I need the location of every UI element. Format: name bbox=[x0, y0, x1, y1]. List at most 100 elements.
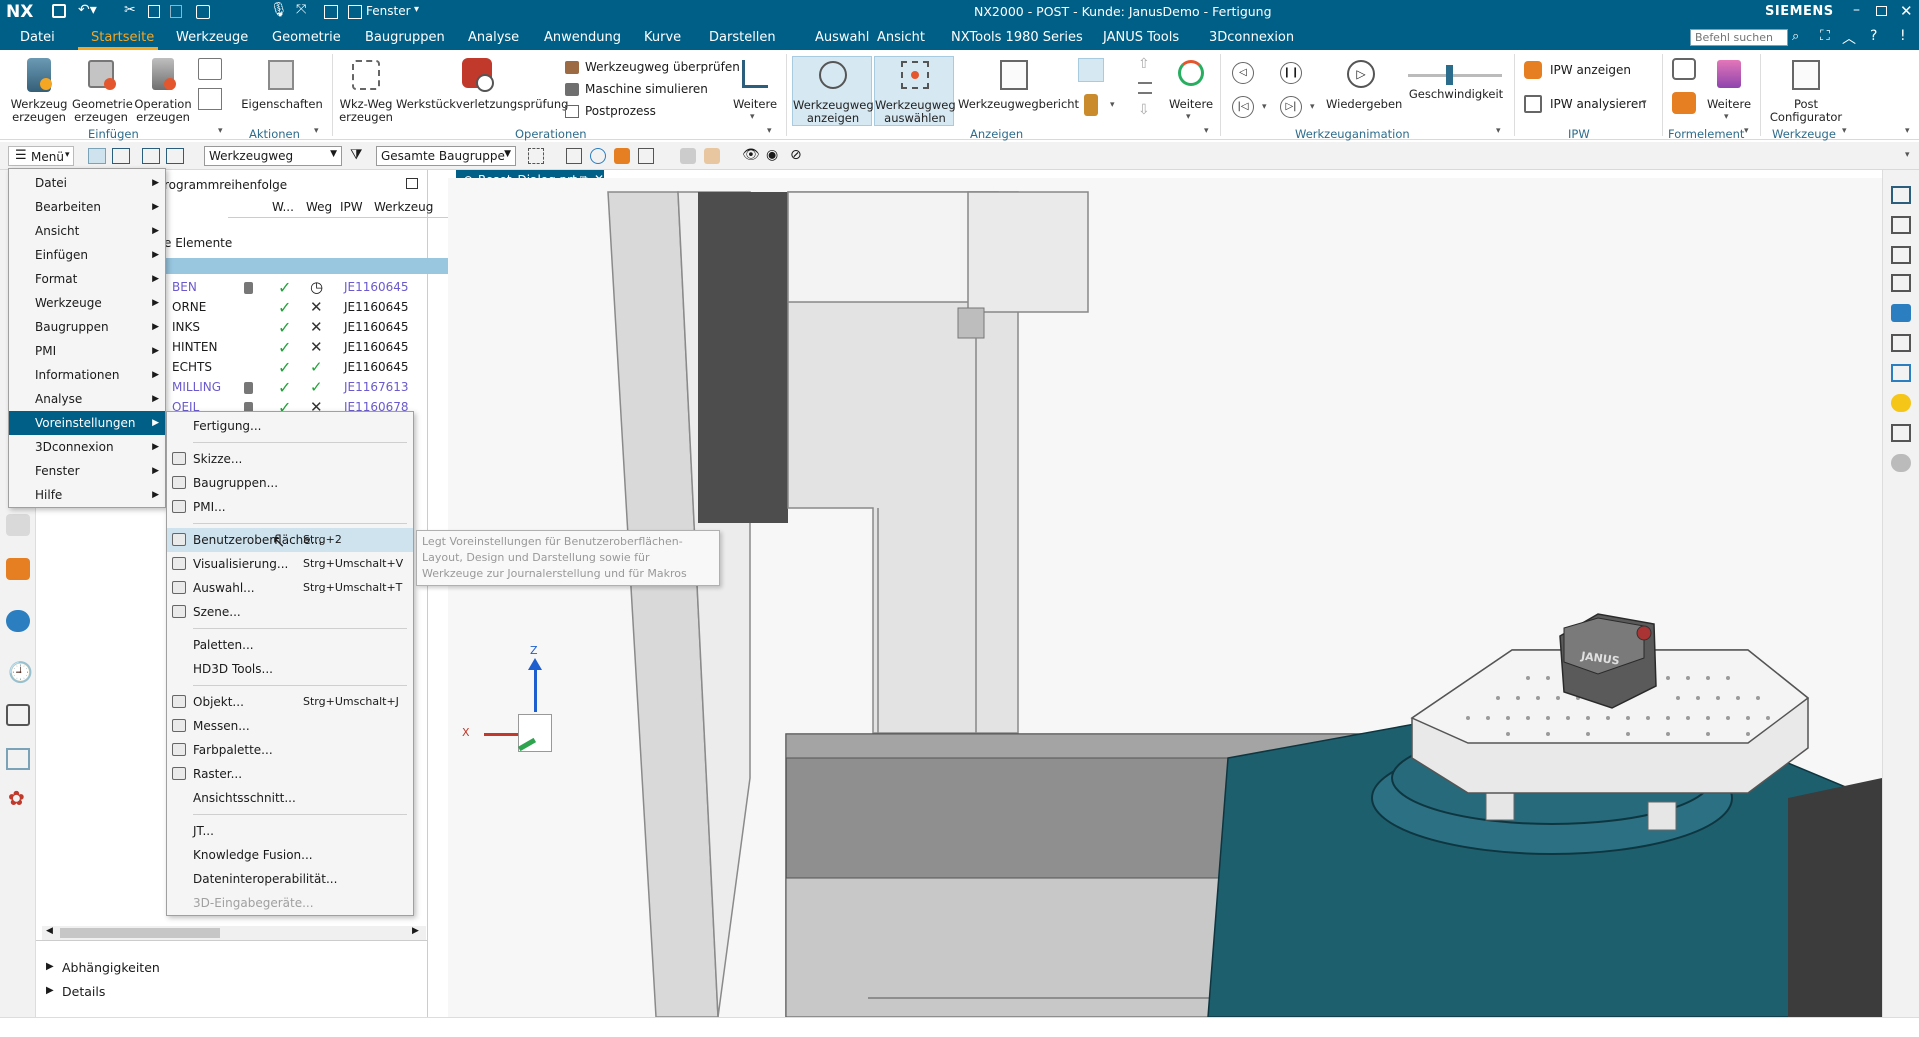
skip-back-button[interactable]: |◁ bbox=[1232, 96, 1254, 118]
main-menu-item-werkzeuge[interactable]: Werkzeuge ▶ bbox=[9, 291, 165, 315]
chevron-down-icon[interactable]: ▾ bbox=[218, 126, 223, 136]
view-icon[interactable]: ◉ bbox=[766, 147, 778, 163]
method-navigator-icon[interactable] bbox=[1891, 334, 1911, 352]
fullscreen-icon[interactable]: ⛶ bbox=[1820, 28, 1830, 44]
maximize-panel-icon[interactable] bbox=[406, 178, 418, 189]
reuse-library-icon[interactable] bbox=[1891, 394, 1911, 412]
edge-select-icon[interactable] bbox=[638, 148, 654, 164]
select-all-icon[interactable] bbox=[566, 148, 582, 164]
submenu-item-farbpalette[interactable]: Farbpalette... bbox=[167, 738, 413, 762]
menu-kurve[interactable]: Kurve bbox=[644, 30, 681, 45]
feature-color-icon[interactable] bbox=[1672, 92, 1696, 114]
hide-icon[interactable]: ⊘ bbox=[790, 147, 802, 163]
menu-analyse[interactable]: Analyse bbox=[468, 30, 519, 45]
chevron-down-icon[interactable]: ▾ bbox=[1642, 98, 1647, 108]
group-row-label[interactable]: e Elemente bbox=[164, 236, 232, 250]
menu-ansicht[interactable]: Ansicht bbox=[877, 30, 925, 45]
search-icon[interactable]: ⌕ bbox=[1792, 29, 1799, 44]
column-header-ipw[interactable]: IPW bbox=[340, 200, 363, 214]
graphics-window[interactable]: JANUS Z X bbox=[448, 178, 1882, 1017]
submenu-item-fertigung[interactable]: Fertigung... bbox=[167, 414, 413, 438]
simulate-machine-button[interactable]: Maschine simulieren bbox=[565, 81, 725, 99]
submenu-item-raster[interactable]: Raster... bbox=[167, 762, 413, 786]
submenu-item-paletten[interactable]: Paletten... bbox=[167, 633, 413, 657]
scroll-left-icon[interactable]: ◀ bbox=[46, 926, 53, 936]
menu-nxtools[interactable]: NXTools 1980 Series bbox=[951, 30, 1083, 45]
display-option-icon[interactable] bbox=[1078, 58, 1104, 82]
table-row[interactable]: ORNE ✓ ✕ JE1160645 bbox=[164, 298, 458, 318]
more-display-button[interactable]: Weitere ▾ bbox=[1168, 56, 1214, 126]
column-header-weg[interactable]: Weg bbox=[306, 200, 332, 214]
table-row[interactable]: MILLING ✓ ✓ JE1167613 bbox=[164, 378, 458, 398]
submenu-item-ansichtsschnitt[interactable]: Ansichtsschnitt... bbox=[167, 786, 413, 810]
collapse-ribbon-icon[interactable]: ︿ bbox=[1842, 28, 1856, 48]
main-menu-item-ansicht[interactable]: Ansicht ▶ bbox=[9, 219, 165, 243]
touch-mode-icon[interactable]: ⤧ bbox=[296, 2, 306, 17]
machine-navigator-icon[interactable] bbox=[1891, 216, 1911, 234]
create-program-icon[interactable] bbox=[198, 88, 222, 110]
swap-icon[interactable] bbox=[1891, 246, 1911, 264]
close-button[interactable]: ✕ bbox=[1900, 2, 1913, 20]
tool-library-icon[interactable] bbox=[1891, 424, 1911, 442]
select-toolpath-button[interactable]: Werkzeugweg auswählen bbox=[874, 56, 956, 126]
show-toolpath-button[interactable]: Werkzeugweg anzeigen bbox=[792, 56, 874, 126]
menu-3dconnexion[interactable]: 3Dconnexion bbox=[1209, 30, 1294, 45]
menu-anwendung[interactable]: Anwendung bbox=[544, 30, 621, 45]
speed-slider-thumb[interactable] bbox=[1446, 65, 1453, 85]
create-method-icon[interactable] bbox=[198, 58, 222, 80]
ribbon-options-icon[interactable]: ▾ bbox=[1905, 126, 1910, 136]
pause-button[interactable]: ❙❙ bbox=[1280, 62, 1302, 84]
submenu-item-auswahl[interactable]: Auswahl... Strg+Umschalt+T bbox=[167, 576, 413, 600]
part-navigator-icon[interactable] bbox=[6, 514, 30, 536]
main-menu-item-analyse[interactable]: Analyse ▶ bbox=[9, 387, 165, 411]
layers-icon[interactable] bbox=[1138, 82, 1152, 94]
menu-auswahl[interactable]: Auswahl bbox=[815, 30, 869, 45]
more-feature-button[interactable]: Weitere ▾ bbox=[1706, 56, 1752, 126]
feature-icon[interactable] bbox=[1672, 58, 1696, 80]
verify-toolpath-button[interactable]: Werkzeugweg überprüfen bbox=[565, 59, 740, 77]
menu-geometrie[interactable]: Geometrie bbox=[272, 30, 341, 45]
scope-select[interactable]: Gesamte Baugruppe ▼ bbox=[376, 146, 516, 166]
machine-view-icon[interactable] bbox=[112, 148, 130, 164]
scroll-right-icon[interactable]: ▶ bbox=[412, 926, 419, 936]
show-hide-icon[interactable]: 👁 bbox=[742, 147, 760, 163]
geometry-view-icon[interactable] bbox=[142, 148, 160, 164]
submenu-item-dateninteroperabilit-t[interactable]: Dateninteroperabilität... bbox=[167, 867, 413, 891]
main-menu-button[interactable]: ☰ Menü ▾ bbox=[8, 146, 74, 166]
paste-icon[interactable] bbox=[170, 5, 182, 18]
window-switch-icon[interactable] bbox=[324, 5, 338, 19]
menu-werkzeuge[interactable]: Werkzeuge bbox=[176, 30, 248, 45]
horizontal-scrollbar[interactable]: ◀ ▶ bbox=[42, 926, 426, 940]
history-icon[interactable]: 🕘 bbox=[8, 660, 33, 684]
main-menu-item-hilfe[interactable]: Hilfe ▶ bbox=[9, 483, 165, 507]
maximize-button[interactable] bbox=[1876, 6, 1887, 16]
assembly-navigator-icon[interactable] bbox=[6, 558, 30, 580]
filter-icon[interactable]: ⧩ bbox=[350, 147, 363, 163]
machine-tool-icon[interactable] bbox=[6, 748, 30, 770]
geometry-navigator-icon[interactable] bbox=[1891, 274, 1911, 292]
table-row[interactable]: ECHTS ✓ ✓ JE1160645 bbox=[164, 358, 458, 378]
create-operation-button[interactable]: Operation erzeugen bbox=[134, 56, 192, 126]
submenu-item-hd3d-tools[interactable]: HD3D Tools... bbox=[167, 657, 413, 681]
selected-row[interactable] bbox=[164, 258, 458, 274]
body-select-icon[interactable] bbox=[680, 148, 696, 164]
copy-icon[interactable] bbox=[148, 5, 160, 18]
main-menu-item-voreinstellungen[interactable]: Voreinstellungen ▶ bbox=[9, 411, 165, 435]
submenu-item-messen[interactable]: Messen... bbox=[167, 714, 413, 738]
properties-button[interactable]: Eigenschaften bbox=[240, 56, 324, 126]
column-header-w[interactable]: W... bbox=[272, 200, 294, 214]
toolpath-report-button[interactable]: Werkzeugwegbericht bbox=[958, 56, 1079, 126]
arrow-up-icon[interactable]: ⇧ bbox=[1138, 56, 1150, 72]
submenu-item-benutzeroberfl-che[interactable]: Benutzeroberfläche... Strg+2 bbox=[167, 528, 413, 552]
window-menu[interactable]: Fenster bbox=[366, 4, 411, 18]
create-tool-button[interactable]: Werkzeug erzeugen bbox=[10, 56, 68, 126]
speed-slider-track[interactable] bbox=[1408, 74, 1502, 77]
solid-select-icon[interactable] bbox=[704, 148, 720, 164]
chevron-down-icon[interactable]: ▾ bbox=[1204, 126, 1209, 136]
show-ipw-button[interactable]: IPW anzeigen bbox=[1524, 60, 1654, 80]
arrow-down-icon[interactable]: ⇩ bbox=[1138, 102, 1150, 118]
chevron-down-icon[interactable]: ▾ bbox=[1744, 126, 1749, 136]
command-search-input[interactable] bbox=[1690, 29, 1788, 46]
step-back-button[interactable]: ◁ bbox=[1232, 62, 1254, 84]
toolbar-options-icon[interactable]: ▾ bbox=[1905, 150, 1910, 160]
